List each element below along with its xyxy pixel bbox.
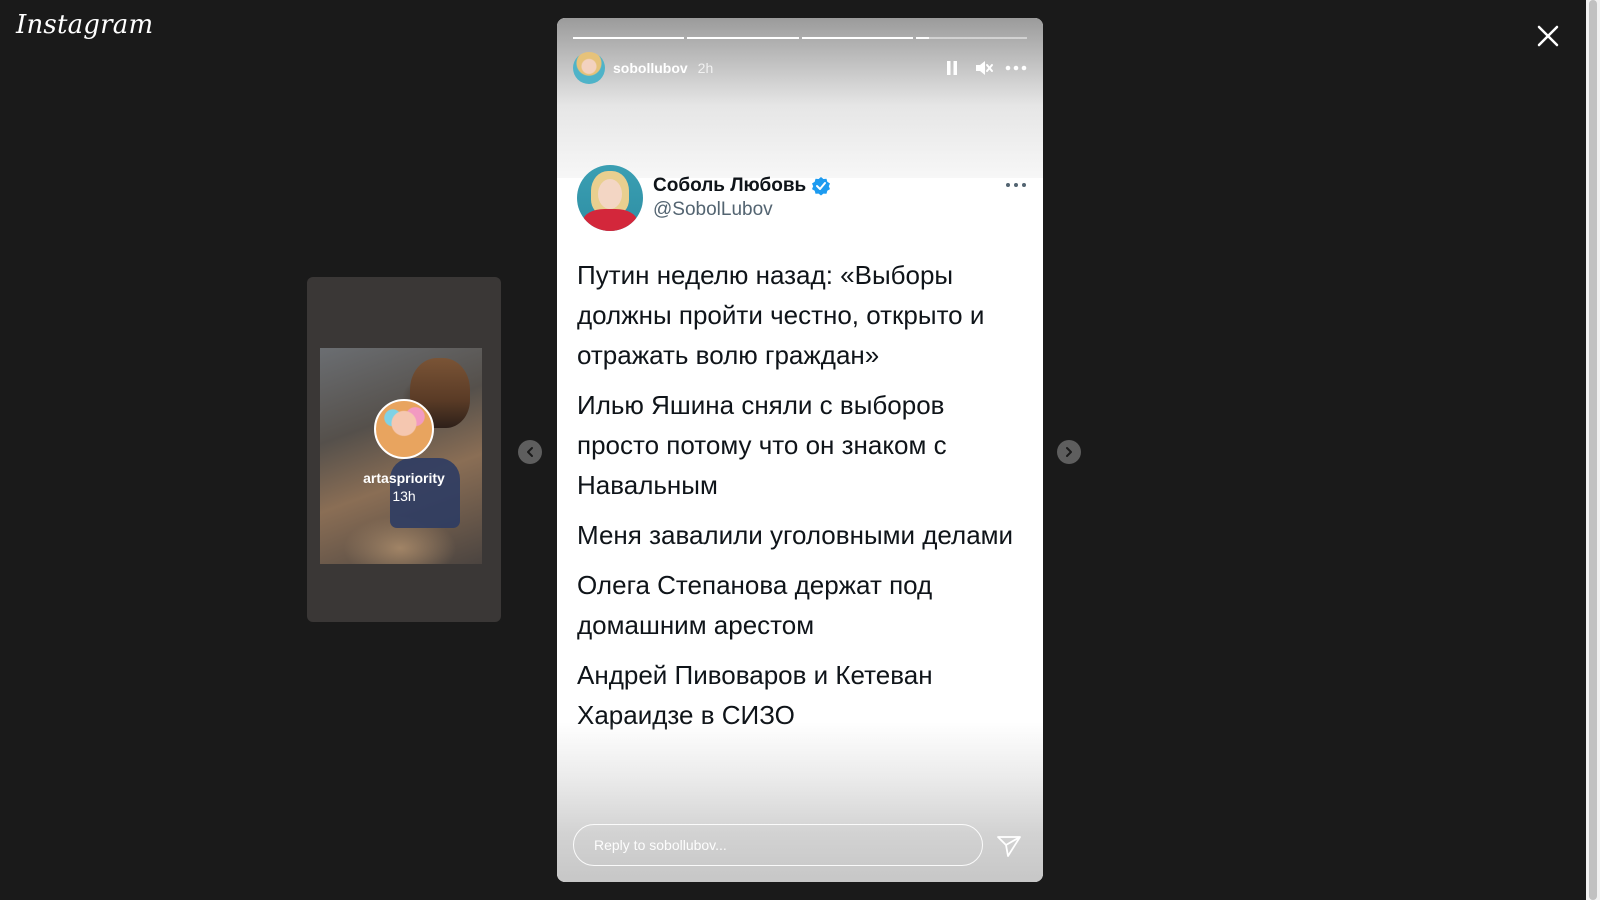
tweet-author-name: Соболь Любовь bbox=[653, 175, 807, 196]
reply-input[interactable] bbox=[573, 824, 983, 866]
scrollbar-thumb[interactable] bbox=[1589, 0, 1597, 900]
instagram-logo[interactable]: Instagram bbox=[16, 10, 153, 40]
story-progress-fill bbox=[915, 37, 930, 39]
story-progress-fill bbox=[573, 37, 685, 39]
more-horizontal-icon bbox=[1005, 65, 1027, 71]
tweet-paragraph: Олега Степанова держат под домашним арес… bbox=[577, 570, 933, 640]
chevron-left-icon bbox=[527, 447, 533, 457]
more-horizontal-icon bbox=[1006, 183, 1026, 187]
story-progress-segment bbox=[687, 37, 799, 39]
tweet-text: Путин неделю назад: «Выборы должны пройт… bbox=[577, 255, 1029, 745]
verified-badge-icon bbox=[812, 177, 831, 196]
story-progress bbox=[573, 37, 1027, 39]
close-icon[interactable] bbox=[1534, 22, 1562, 50]
avatar-face bbox=[598, 179, 622, 209]
story-options-button[interactable] bbox=[1005, 57, 1027, 79]
preview-time: 13h bbox=[392, 488, 416, 504]
story-header: sobollubov 2h bbox=[573, 52, 1027, 84]
avatar-dress bbox=[583, 209, 637, 231]
preview-avatar bbox=[374, 399, 434, 459]
tweet-paragraph: Илью Яшина сняли с выборов просто потому… bbox=[577, 390, 947, 500]
previous-story-button[interactable] bbox=[518, 440, 542, 464]
send-button[interactable] bbox=[995, 832, 1023, 860]
tweet-author-name-row: Соболь Любовь bbox=[653, 175, 831, 197]
next-story-button[interactable] bbox=[1057, 440, 1081, 464]
page-scrollbar[interactable] bbox=[1586, 0, 1600, 900]
story-author-avatar[interactable] bbox=[573, 52, 605, 84]
story-progress-fill bbox=[687, 37, 799, 39]
story-progress-segment bbox=[573, 37, 685, 39]
muted-speaker-icon bbox=[976, 61, 993, 75]
preview-username: artaspriority bbox=[363, 470, 445, 486]
mute-button[interactable] bbox=[973, 57, 995, 79]
pause-icon bbox=[947, 61, 957, 75]
tweet-paragraph: Путин неделю назад: «Выборы должны пройт… bbox=[577, 260, 985, 370]
story-progress-fill bbox=[801, 37, 913, 39]
story-timestamp: 2h bbox=[697, 60, 714, 76]
story-author-username[interactable]: sobollubov bbox=[613, 60, 688, 76]
story-controls bbox=[941, 57, 1027, 79]
tweet-author-handle: @SobolLubov bbox=[653, 199, 773, 220]
send-icon bbox=[997, 836, 1021, 857]
chevron-right-icon bbox=[1066, 447, 1072, 457]
story-preview-card[interactable]: artaspriority 13h bbox=[307, 277, 501, 622]
story-viewer[interactable]: sobollubov 2h Соболь Любовь @SobolLubov … bbox=[557, 18, 1043, 882]
pause-button[interactable] bbox=[941, 57, 963, 79]
tweet-paragraph: Меня завалили уголовными делами bbox=[577, 520, 1014, 550]
tweet-author-avatar bbox=[577, 165, 643, 231]
story-top-gradient bbox=[557, 18, 1043, 178]
story-progress-segment bbox=[915, 37, 1027, 39]
story-progress-segment bbox=[801, 37, 913, 39]
